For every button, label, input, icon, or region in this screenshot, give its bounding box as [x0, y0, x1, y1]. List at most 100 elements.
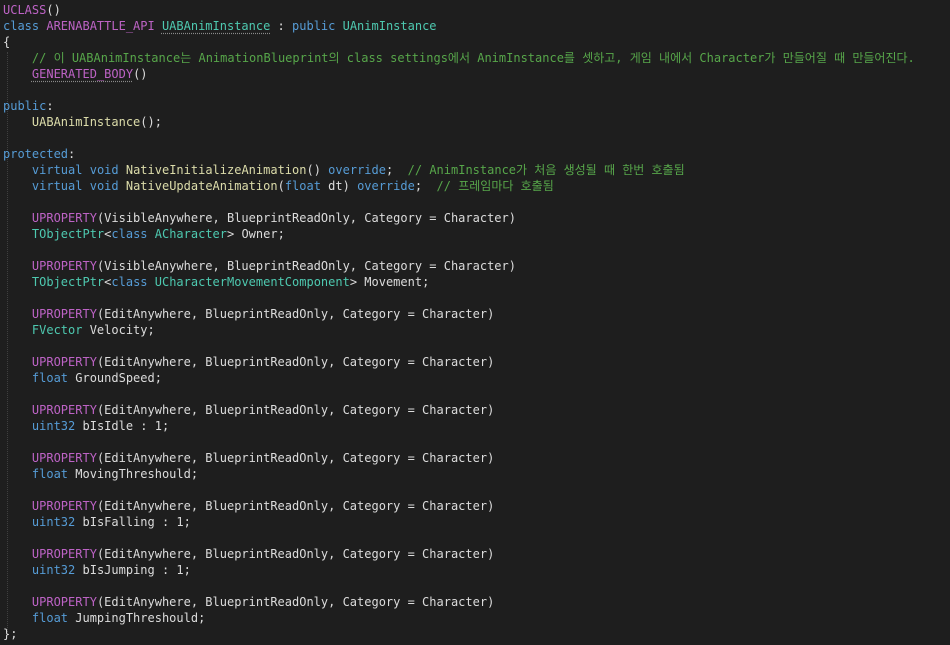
code-token-plain: () — [306, 163, 329, 177]
code-token-plain: (EditAnywhere, BlueprintReadOnly, Catego… — [96, 547, 495, 561]
code-line[interactable]: UPROPERTY(EditAnywhere, BlueprintReadOnl… — [0, 594, 915, 610]
code-token-keyword: class — [3, 19, 40, 33]
code-line[interactable] — [0, 338, 915, 354]
code-line[interactable]: UPROPERTY(EditAnywhere, BlueprintReadOnl… — [0, 450, 915, 466]
code-line[interactable] — [0, 242, 915, 258]
code-line[interactable]: UPROPERTY(VisibleAnywhere, BlueprintRead… — [0, 258, 915, 274]
code-token-plain: ; — [414, 179, 437, 193]
code-token-plain: (EditAnywhere, BlueprintReadOnly, Catego… — [96, 307, 495, 321]
code-line[interactable]: UPROPERTY(EditAnywhere, BlueprintReadOnl… — [0, 306, 915, 322]
code-line[interactable]: float GroundSpeed; — [0, 370, 915, 386]
code-token-plain: > Owner; — [227, 227, 285, 241]
code-token-macro: UPROPERTY — [31, 307, 97, 321]
code-line[interactable]: UPROPERTY(EditAnywhere, BlueprintReadOnl… — [0, 546, 915, 562]
code-line[interactable] — [0, 578, 915, 594]
code-token-plain: (); — [140, 115, 162, 129]
code-line[interactable]: UABAnimInstance(); — [0, 114, 915, 130]
code-token-plain: dt) — [320, 179, 358, 193]
code-token-macro: UPROPERTY — [31, 211, 97, 225]
code-token-plain: (EditAnywhere, BlueprintReadOnly, Catego… — [96, 499, 495, 513]
code-editor[interactable]: UCLASS() class ARENABATTLE_API UABAnimIns… — [0, 0, 950, 645]
code-line[interactable]: float MovingThreshould; — [0, 466, 915, 482]
code-line[interactable]: UPROPERTY(EditAnywhere, BlueprintReadOnl… — [0, 498, 915, 514]
code-token-plain: : — [270, 19, 293, 33]
code-token-macro: UPROPERTY — [31, 547, 97, 561]
code-area[interactable]: UCLASS() class ARENABATTLE_API UABAnimIns… — [0, 2, 915, 642]
code-line[interactable]: UPROPERTY(VisibleAnywhere, BlueprintRead… — [0, 210, 915, 226]
code-token-plain: bIsFalling : 1; — [75, 515, 191, 529]
code-line[interactable]: GENERATED_BODY() — [0, 66, 915, 82]
code-token-keyword: uint32 — [31, 419, 76, 433]
code-token-keyword: virtual — [31, 163, 83, 177]
code-line[interactable] — [0, 290, 915, 306]
code-line[interactable]: TObjectPtr<class ACharacter> Owner; — [0, 226, 915, 242]
code-token-keyword: uint32 — [31, 515, 76, 529]
code-line[interactable]: virtual void NativeInitializeAnimation()… — [0, 162, 915, 178]
code-line[interactable]: uint32 bIsFalling : 1; — [0, 514, 915, 530]
code-line[interactable] — [0, 82, 915, 98]
code-line[interactable]: public: — [0, 98, 915, 114]
code-token-keyword: float — [31, 611, 69, 625]
code-token-keyword: void — [89, 163, 119, 177]
code-line[interactable]: protected: — [0, 146, 915, 162]
code-token-plain: GroundSpeed; — [68, 371, 162, 385]
code-line[interactable]: UPROPERTY(EditAnywhere, BlueprintReadOnl… — [0, 354, 915, 370]
code-token-comment: // AnimInstance가 처음 생성될 때 한번 호출됨 — [407, 163, 685, 177]
code-line[interactable]: virtual void NativeUpdateAnimation(float… — [0, 178, 915, 194]
code-line[interactable] — [0, 434, 915, 450]
code-token-func: NativeInitializeAnimation — [125, 163, 307, 177]
code-token-plain: JumpingThreshould; — [68, 611, 206, 625]
code-token-macro: UPROPERTY — [31, 355, 97, 369]
code-token-plain: MovingThreshould; — [68, 467, 199, 481]
code-line[interactable]: UCLASS() — [0, 2, 915, 18]
code-line[interactable] — [0, 530, 915, 546]
code-token-comment: // 이 UABAnimInstance는 AnimationBlueprint… — [3, 51, 915, 65]
code-line[interactable]: { — [0, 34, 915, 50]
code-token-plain: { — [3, 35, 11, 49]
code-token-keyword: override — [357, 179, 415, 193]
code-line[interactable]: }; — [0, 626, 915, 642]
code-line[interactable] — [0, 194, 915, 210]
code-token-plain: bIsJumping : 1; — [75, 563, 191, 577]
code-line[interactable]: // 이 UABAnimInstance는 AnimationBlueprint… — [0, 50, 915, 66]
code-token-type: ACharacter — [154, 227, 227, 241]
code-token-macro: GENERATED_BODY — [31, 67, 134, 81]
code-token-keyword: float — [31, 467, 69, 481]
code-token-type: UABAnimInstance — [161, 19, 271, 33]
code-line[interactable]: float JumpingThreshould; — [0, 610, 915, 626]
code-token-plain: (VisibleAnywhere, BlueprintReadOnly, Cat… — [96, 259, 516, 273]
code-token-keyword: class — [111, 227, 148, 241]
code-line[interactable]: UPROPERTY(EditAnywhere, BlueprintReadOnl… — [0, 402, 915, 418]
code-token-plain: > Movement; — [349, 275, 430, 289]
code-line[interactable]: uint32 bIsIdle : 1; — [0, 418, 915, 434]
code-line[interactable]: class ARENABATTLE_API UABAnimInstance : … — [0, 18, 915, 34]
code-token-plain: bIsIdle : 1; — [75, 419, 170, 433]
code-line[interactable] — [0, 482, 915, 498]
code-line[interactable]: TObjectPtr<class UCharacterMovementCompo… — [0, 274, 915, 290]
code-line[interactable] — [0, 386, 915, 402]
code-token-plain: : — [68, 147, 76, 161]
code-line[interactable] — [0, 130, 915, 146]
code-token-plain: }; — [3, 627, 18, 641]
code-token-type: FVector — [31, 323, 83, 337]
code-line[interactable]: uint32 bIsJumping : 1; — [0, 562, 915, 578]
code-token-plain: (EditAnywhere, BlueprintReadOnly, Catego… — [96, 451, 495, 465]
code-line[interactable]: FVector Velocity; — [0, 322, 915, 338]
